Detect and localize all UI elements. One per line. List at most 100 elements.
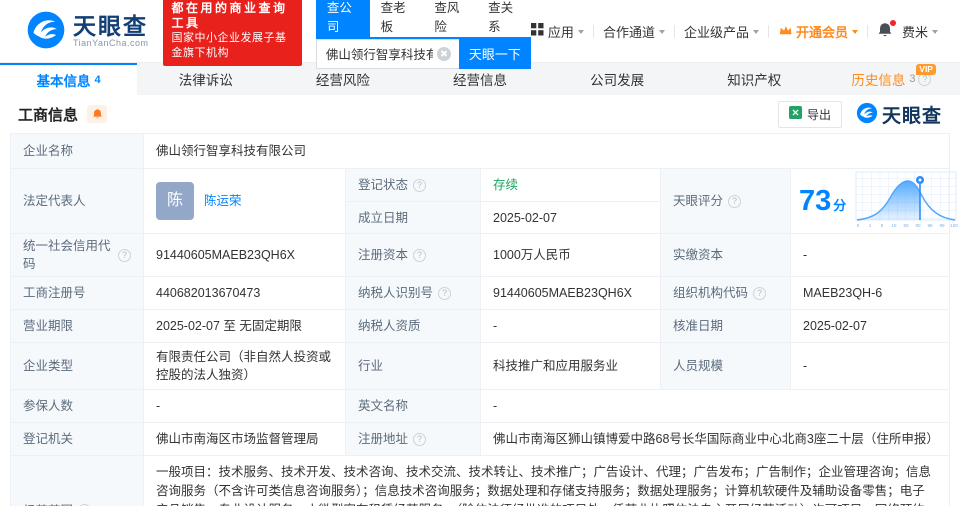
industry-label: 行业: [345, 343, 480, 389]
help-icon[interactable]: [413, 178, 427, 192]
reg-capital-value: 1000万人民币: [480, 234, 660, 276]
logo-text: 天眼查: [73, 13, 148, 39]
legal-rep-link[interactable]: 陈运荣: [204, 192, 242, 210]
industry-value: 科技推广和应用服务业: [480, 343, 660, 389]
chevron-down-icon: [932, 30, 938, 34]
table-row: 参保人数 - 英文名称 -: [11, 389, 949, 422]
tab-operating-risk[interactable]: 经营风险: [274, 63, 411, 95]
search-tab-company[interactable]: 查公司: [315, 0, 370, 37]
table-row: 企业类型 有限责任公司（非自然人投资或控股的法人独资） 行业 科技推广和应用服务…: [11, 342, 949, 389]
reg-authority-label: 登记机关: [11, 423, 143, 455]
search-tabs: 查公司 查老板 查风险 查关系: [315, 0, 531, 39]
username: 费米: [901, 24, 928, 40]
help-icon[interactable]: [753, 286, 767, 300]
org-code-value: MAEB23QH-6: [790, 277, 949, 309]
help-icon[interactable]: [728, 194, 742, 208]
approval-date-label: 核准日期: [660, 310, 790, 342]
score-label: 天眼评分: [660, 169, 790, 233]
table-row: 法定代表人 陈 陈运荣 登记状态 存续 天眼评分 73 分: [11, 168, 959, 233]
establish-date-label: 成立日期: [345, 201, 480, 233]
vip-crown-icon: [778, 24, 792, 39]
top-nav: 应用 合作通道 企业级产品 开通会员 费米: [530, 19, 938, 41]
svg-text:100: 100: [950, 223, 958, 228]
export-button[interactable]: 导出: [777, 100, 842, 128]
search-block: 查公司 查老板 查风险 查关系 天眼一下: [315, 0, 531, 69]
business-term-value: 2025-02-07 至 无固定期限: [143, 310, 345, 342]
vip-badge: VIP: [916, 64, 936, 75]
subscribe-bell-icon[interactable]: [87, 105, 108, 123]
nav-user-menu[interactable]: 费米: [902, 22, 938, 41]
reg-capital-label: 注册资本: [345, 234, 480, 276]
search-tab-risk[interactable]: 查风险: [423, 0, 477, 37]
nav-cooperation[interactable]: 合作通道: [603, 22, 665, 41]
excel-export-icon: [788, 106, 802, 122]
business-info-table: 企业名称 佛山领行智享科技有限公司 法定代表人 陈 陈运荣 登记状态 存续 天眼…: [10, 133, 959, 506]
svg-text:80: 80: [916, 223, 922, 228]
table-row: 统一社会信用代码 91440605MAEB23QH6X 注册资本 1000万人民…: [11, 233, 949, 276]
notifications-bell-icon[interactable]: [877, 19, 896, 41]
reg-address-value: 佛山市南海区狮山镇博爱中路68号长华国际商业中心北商3座二十层（住所申报） 附近…: [480, 423, 949, 455]
taxpayer-id-value: 91440605MAEB23QH6X: [480, 277, 660, 309]
legal-rep-value: 陈 陈运荣: [143, 169, 345, 233]
svg-text:95: 95: [928, 223, 934, 228]
legal-rep-avatar[interactable]: 陈: [156, 182, 194, 220]
svg-text:99: 99: [940, 223, 946, 228]
tianyancha-logo[interactable]: 天眼查 TianYanCha.com: [26, 10, 149, 53]
english-name-label: 英文名称: [345, 390, 480, 422]
clear-search-icon[interactable]: [436, 46, 451, 61]
tab-intellectual-property[interactable]: 知识产权: [686, 63, 823, 95]
reg-authority-value: 佛山市南海区市场监督管理局: [143, 423, 345, 455]
reg-address-label: 注册地址: [345, 423, 480, 455]
paid-capital-label: 实缴资本: [660, 234, 790, 276]
reg-number-label: 工商注册号: [11, 277, 143, 309]
section-header: 工商信息 导出 天眼查: [0, 95, 960, 133]
legal-rep-label: 法定代表人: [11, 169, 143, 233]
tab-company-development[interactable]: 公司发展: [549, 63, 686, 95]
tab-count: 4: [94, 74, 101, 86]
taxpayer-id-label: 纳税人识别号: [345, 277, 480, 309]
search-tab-relation[interactable]: 查关系: [477, 0, 531, 37]
chevron-down-icon: [658, 30, 665, 34]
banner-line2: 国家中小企业发展子基金旗下机构: [171, 32, 287, 59]
watermark-logo: 天眼查: [856, 101, 942, 128]
help-icon[interactable]: [413, 248, 427, 262]
help-icon[interactable]: [118, 248, 131, 262]
taxpayer-qualification-value: -: [480, 310, 660, 342]
org-code-label: 组织机构代码: [660, 277, 790, 309]
section-title: 工商信息: [18, 106, 79, 124]
nav-open-vip[interactable]: 开通会员: [778, 22, 858, 41]
business-term-label: 营业期限: [11, 310, 143, 342]
nav-enterprise-products[interactable]: 企业级产品: [684, 22, 759, 41]
credit-code-value: 91440605MAEB23QH6X: [143, 234, 345, 276]
credit-code-label: 统一社会信用代码: [11, 234, 143, 276]
table-row: 经营范围 一般项目：技术服务、技术开发、技术咨询、技术交流、技术转让、技术推广；…: [11, 455, 949, 506]
tab-history-info[interactable]: VIP 历史信息 3: [823, 63, 960, 95]
tab-operating-info[interactable]: 经营信息: [411, 63, 548, 95]
logo-domain: TianYanCha.com: [73, 38, 149, 48]
svg-text:15: 15: [892, 223, 898, 228]
help-icon[interactable]: [413, 432, 427, 446]
chevron-down-icon: [752, 30, 759, 34]
tab-basic-info[interactable]: 基本信息 4: [0, 63, 138, 95]
company-type-label: 企业类型: [11, 343, 143, 389]
help-icon[interactable]: [438, 286, 452, 300]
staff-size-label: 人员规模: [660, 343, 790, 389]
tianyancha-swirl-icon: [26, 10, 66, 53]
chevron-down-icon: [851, 30, 858, 34]
tab-legal-litigation[interactable]: 法律诉讼: [137, 63, 274, 95]
notification-dot: [889, 19, 896, 26]
score-unit: 分: [833, 198, 847, 213]
nav-apps[interactable]: 应用: [530, 22, 584, 41]
reg-status-label: 登记状态: [345, 169, 480, 201]
search-tab-boss[interactable]: 查老板: [370, 0, 424, 37]
promo-banner: 都在用的商业查询工具 国家中小企业发展子基金旗下机构: [162, 0, 302, 66]
taxpayer-qualification-label: 纳税人资质: [345, 310, 480, 342]
score-value: 73 分 0 1 5 15 50 80 95 99 100: [790, 169, 960, 233]
establish-date-value: 2025-02-07: [480, 201, 660, 233]
business-scope-label: 经营范围: [11, 456, 143, 506]
apps-grid-icon: [530, 23, 544, 39]
paid-capital-value: -: [790, 234, 949, 276]
chevron-down-icon: [577, 30, 584, 34]
staff-size-value: -: [790, 343, 949, 389]
table-row: 工商注册号 440682013670473 纳税人识别号 91440605MAE…: [11, 276, 949, 309]
